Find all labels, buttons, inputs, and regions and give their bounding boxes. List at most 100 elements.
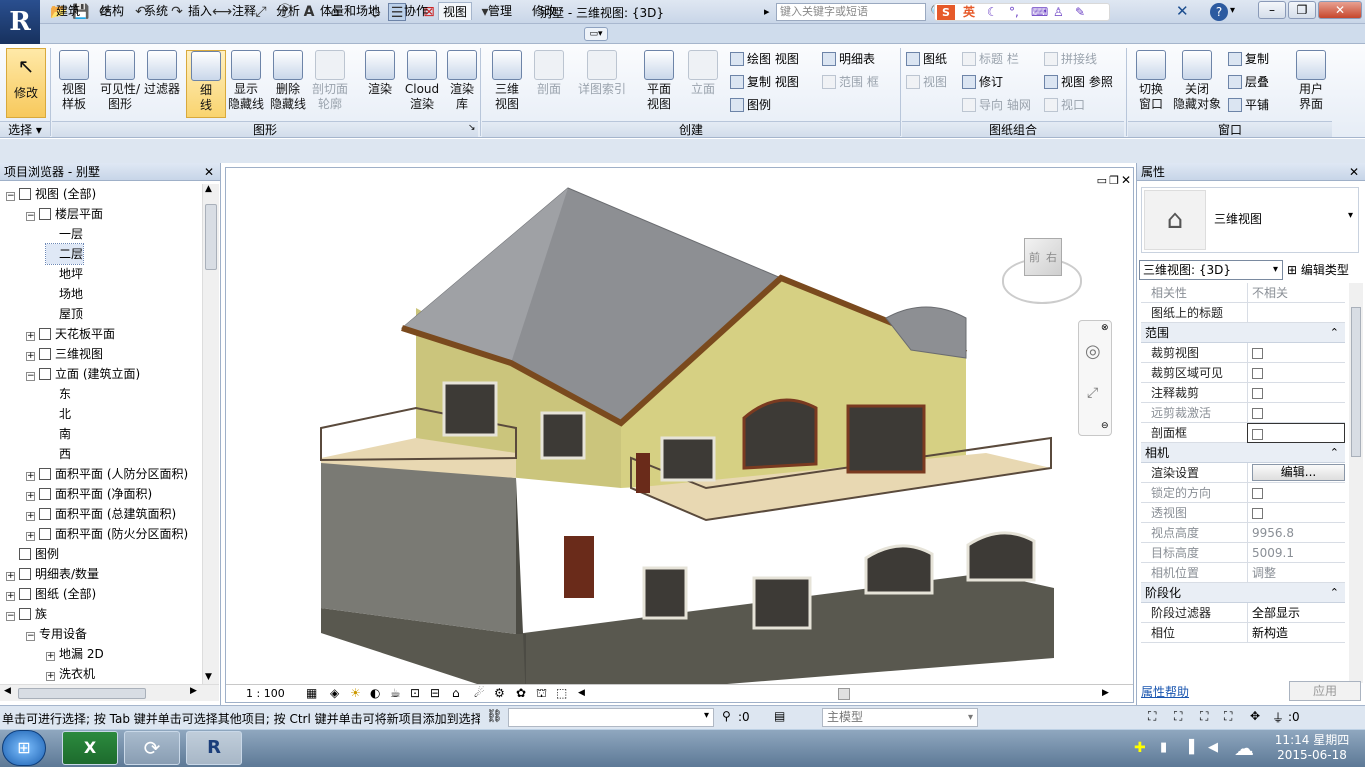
browser-node[interactable]: + 地漏 2D — [46, 644, 104, 664]
close-icon[interactable]: ✕ — [204, 163, 214, 181]
sheet-small-4[interactable]: 修订 — [962, 73, 1003, 91]
close-button[interactable]: ✕ — [1318, 1, 1362, 19]
scroll-right-icon[interactable]: ▶ — [1102, 688, 1109, 698]
collapse-icon[interactable]: ⌃ — [1330, 323, 1339, 343]
hide-isolate-icon[interactable]: ☄ — [474, 686, 485, 700]
tray-plus-icon[interactable]: ✚ — [1134, 740, 1146, 756]
property-row[interactable]: 视点高度 9956.8 — [1141, 523, 1345, 543]
tab-7[interactable]: 协作 — [400, 2, 432, 20]
shadows-icon[interactable]: ◐ — [370, 686, 380, 700]
chevron-down-icon[interactable]: ▾ — [968, 709, 973, 726]
type-selector-preview[interactable]: ⌂ 三维视图 ▾ — [1141, 187, 1359, 253]
ime-toolbar[interactable]: S 英 ☾ °, ⌨ ♙ ✎ — [934, 3, 1110, 21]
skin-icon[interactable]: ♙ — [1053, 4, 1064, 21]
collapse-icon[interactable]: ⌃ — [1330, 583, 1339, 603]
expand-toggle-icon[interactable]: − — [6, 612, 15, 621]
window-small-1[interactable]: 层叠 — [1228, 73, 1269, 91]
browser-node[interactable]: + 明细表/数量 — [6, 564, 99, 584]
create-button-4[interactable]: 立面 — [682, 50, 724, 118]
browser-node[interactable]: 屋顶 — [46, 304, 83, 324]
visual-style-icon[interactable]: ◈ — [330, 686, 339, 700]
drag-elements-icon[interactable]: ✥ — [1250, 709, 1260, 723]
browser-vertical-scrollbar[interactable]: ▲ ▼ — [202, 184, 219, 684]
create-small-4[interactable]: 范围 框 — [822, 73, 879, 91]
property-row[interactable]: 图纸上的标题 — [1141, 303, 1345, 323]
property-row[interactable]: 透视图 — [1141, 503, 1345, 523]
workset-dropdown[interactable]: ▾ — [508, 708, 714, 727]
create-button-2[interactable]: 详图索引 — [576, 50, 628, 118]
graphics-button-2[interactable]: 过滤器 — [142, 50, 182, 118]
design-option-dropdown[interactable]: 主模型 ▾ — [822, 708, 978, 727]
steering-wheel-icon[interactable]: ◎ — [1085, 341, 1101, 362]
expand-toggle-icon[interactable]: + — [26, 332, 35, 341]
property-row[interactable]: 注释裁剪 — [1141, 383, 1345, 403]
sheet-small-7[interactable]: 视口 — [1044, 96, 1085, 114]
expand-toggle-icon[interactable]: + — [26, 472, 35, 481]
chevron-down-icon[interactable]: ▾ — [1273, 261, 1278, 279]
moon-icon[interactable]: ☾ — [987, 4, 998, 21]
crop-region-icon[interactable]: ⊟ — [430, 686, 440, 700]
expand-toggle-icon[interactable]: + — [26, 532, 35, 541]
scroll-thumb[interactable] — [18, 688, 146, 699]
select-links-icon[interactable]: ⛓ — [486, 709, 503, 724]
nav-close-icon[interactable]: ⊗ — [1101, 323, 1109, 333]
checkbox[interactable] — [1252, 388, 1263, 399]
select-group-label[interactable]: 选择 ▾ — [0, 121, 50, 137]
scroll-thumb[interactable] — [205, 204, 217, 270]
property-row[interactable]: 相位 新构造 — [1141, 623, 1345, 643]
modify-button[interactable]: ↖ 修改 — [6, 48, 46, 118]
create-small-0[interactable]: 绘图 视图 — [730, 50, 799, 68]
tab-9[interactable]: 管理 — [484, 2, 516, 20]
search-expand-icon[interactable]: ▸ — [764, 5, 770, 18]
tab-4[interactable]: 注释 — [228, 2, 260, 20]
create-small-3[interactable]: 明细表 — [822, 50, 875, 68]
apply-button[interactable]: 应用 — [1289, 681, 1361, 701]
chevron-down-icon[interactable]: ▾ — [1348, 210, 1353, 221]
crop-view-icon[interactable]: ⊡ — [410, 686, 420, 700]
edit-button[interactable]: 编辑... — [1252, 464, 1345, 481]
restore-button[interactable]: ❐ — [1288, 1, 1316, 19]
property-section[interactable]: 范围 ⌃ — [1141, 323, 1345, 343]
keyboard-icon[interactable]: ⌨ — [1031, 4, 1048, 21]
expand-toggle-icon[interactable]: − — [6, 192, 15, 201]
lock-3d-icon[interactable]: ⌂ — [452, 686, 460, 700]
properties-help-link[interactable]: 属性帮助 — [1141, 683, 1189, 700]
exchange-apps-icon[interactable]: ✕ — [1176, 2, 1189, 20]
property-section[interactable]: 阶段化 ⌃ — [1141, 583, 1345, 603]
select-pinned-icon[interactable]: ⛶ — [1200, 709, 1208, 724]
graphics-button-7[interactable]: 渲染 — [360, 50, 400, 118]
tab-10[interactable]: 修改 — [528, 2, 560, 20]
scroll-left-icon[interactable]: ◀ — [4, 686, 11, 696]
help-dropdown-icon[interactable]: ▾ — [1230, 5, 1235, 16]
select-by-face-icon[interactable]: ⛶ — [1224, 709, 1232, 724]
create-small-1[interactable]: 复制 视图 — [730, 73, 799, 91]
property-value[interactable] — [1247, 303, 1345, 323]
select-links-toggle-icon[interactable]: ⛶ — [1148, 709, 1156, 724]
create-button-1[interactable]: 剖面 — [528, 50, 570, 118]
browser-node[interactable]: 图例 — [6, 544, 59, 564]
select-underlay-icon[interactable]: ⛶ — [1174, 709, 1182, 724]
browser-node[interactable]: + 面积平面 (总建筑面积) — [26, 504, 176, 524]
graphics-button-5[interactable]: 删除 隐藏线 — [268, 50, 308, 118]
browser-node[interactable]: + 面积平面 (防火分区面积) — [26, 524, 188, 544]
temporary-view-icon[interactable]: ✿ — [516, 686, 526, 700]
start-button[interactable]: ⊞ — [2, 730, 46, 766]
analytical-model-icon[interactable]: ⛫ — [536, 686, 547, 702]
browser-node[interactable]: + 面积平面 (人防分区面积) — [26, 464, 188, 484]
application-menu-button[interactable]: R — [0, 0, 40, 44]
nav-customize-icon[interactable]: ⊖ — [1101, 421, 1109, 431]
browser-node[interactable]: − 视图 (全部) — [6, 184, 96, 204]
browser-node[interactable]: 一层 — [46, 224, 83, 244]
expand-toggle-icon[interactable]: + — [6, 592, 15, 601]
expand-toggle-icon[interactable]: + — [26, 512, 35, 521]
scroll-thumb[interactable] — [1351, 307, 1361, 457]
create-button-3[interactable]: 平面 视图 — [638, 50, 680, 118]
browser-node[interactable]: + 面积平面 (净面积) — [26, 484, 152, 504]
ribbon-minimize-toggle[interactable]: ▭▾ — [584, 27, 608, 41]
sheet-small-2[interactable]: 拼接线 — [1044, 50, 1097, 68]
browser-node[interactable]: 西 — [46, 444, 71, 464]
help-icon[interactable]: ? — [1210, 3, 1228, 21]
checkbox[interactable] — [1252, 348, 1263, 359]
browser-node[interactable]: − 楼层平面 — [26, 204, 103, 224]
instance-selector[interactable]: 三维视图: {3D} ▾ — [1139, 260, 1283, 280]
